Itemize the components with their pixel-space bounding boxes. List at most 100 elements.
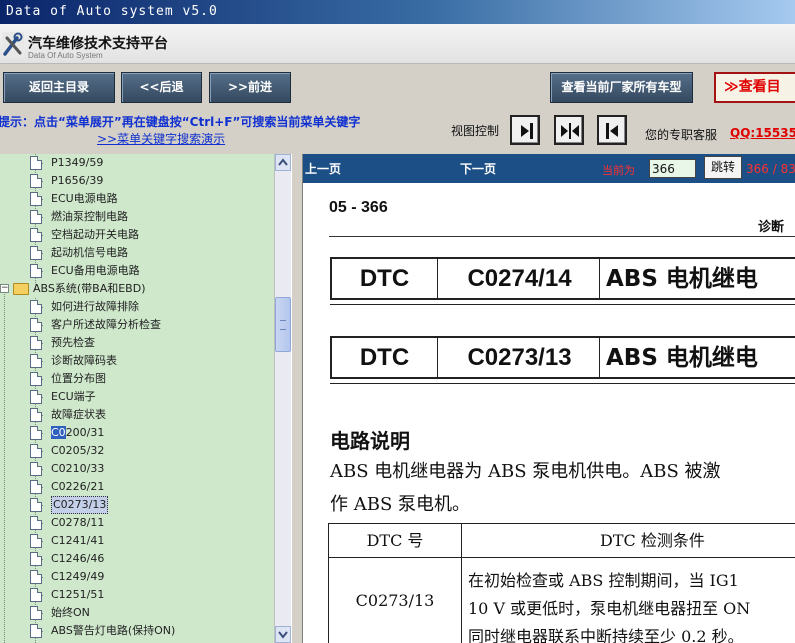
tree-item[interactable]: C0278/11 (0, 514, 274, 532)
view-control-label: 视图控制 (451, 124, 500, 138)
table-header-condition: DTC 检测条件 (462, 524, 795, 558)
view-right-button[interactable] (510, 115, 540, 145)
tree-item-label: 空档起动开关电路 (51, 228, 139, 241)
app-subtitle: Data Of Auto System (28, 51, 103, 60)
tree-item[interactable]: 如何进行故障排除 (0, 298, 274, 316)
dtc-label: DTC (332, 338, 438, 377)
tree-item-label: C0200/31 (51, 424, 104, 442)
tree-item[interactable]: C1251/51 (0, 586, 274, 604)
table-cell-code: C0273/13 (329, 558, 462, 643)
chevron-up-icon (278, 158, 288, 166)
divider (330, 304, 795, 305)
header-rule (329, 236, 795, 237)
table-header-code: DTC 号 (329, 524, 462, 558)
tree-item[interactable]: C0200/31 (0, 424, 274, 442)
tree-item[interactable]: C1249/49 (0, 568, 274, 586)
scroll-up-button[interactable] (275, 154, 291, 171)
tree-item[interactable]: C0205/32 (0, 442, 274, 460)
tree-item[interactable]: 位置分布图 (0, 370, 274, 388)
document-icon (30, 246, 42, 260)
tree-item-label: 预先检查 (51, 336, 95, 349)
tree-item-label: C1249/49 (51, 570, 105, 583)
page-count: 366 / 83 (746, 162, 795, 176)
table-cell-condition: 在初始检查或 ABS 控制期间，当 IG1 (468, 571, 739, 590)
next-page-link[interactable]: 下一页 (460, 160, 496, 177)
tree-item-label: 诊断故障码表 (51, 354, 117, 367)
document-icon (30, 174, 42, 188)
view-split-button[interactable] (554, 115, 584, 145)
tree-item-label: 故障症状表 (51, 408, 106, 421)
tree-item[interactable]: 始终ON (0, 604, 274, 622)
view-catalog-button[interactable]: ≫查看目 (714, 72, 795, 103)
tree-item[interactable]: ECU备用电源电路 (0, 262, 274, 280)
document-icon (30, 318, 42, 332)
dtc-title-box: DTC C0273/13 ABS 电机继电 (330, 336, 795, 379)
tree-item-label: 始终ON (51, 606, 90, 619)
hint-bar: 提示：点击“菜单展开”再在键盘按“Ctrl+F”可搜索当前菜单关键字 >>菜单关… (0, 110, 795, 154)
home-button[interactable]: 返回主目录 (3, 72, 115, 103)
previous-page-link[interactable]: 上一页 (305, 160, 341, 177)
tree-item[interactable]: 燃油泵控制电路 (0, 208, 274, 226)
circuit-description-text: ABS 电机继电器为 ABS 泵电机供电。ABS 被激 (330, 461, 721, 482)
document-icon (30, 300, 42, 314)
document-icon (30, 210, 42, 224)
document-icon (30, 570, 42, 584)
dtc-title: ABS 电机继电 (606, 266, 758, 292)
tree-item[interactable]: P1656/39 (0, 172, 274, 190)
tree-item[interactable]: 起动机信号电路 (0, 244, 274, 262)
tree-item[interactable]: ABS警告灯电路(保持ON) (0, 622, 274, 640)
catalog-tree: P1349/59 P1656/39 ECU电源电路燃油泵控制电路空档起动开关电路起动… (0, 154, 274, 643)
dtc-title: ABS 电机继电 (606, 345, 758, 371)
search-demo-link[interactable]: >>菜单关键字搜索演示 (97, 130, 225, 147)
tree-item[interactable]: 空档起动开关电路 (0, 226, 274, 244)
tree-item[interactable]: ECU电源电路 (0, 190, 274, 208)
document-icon (30, 462, 42, 476)
service-qq-link[interactable]: QQ:155350 (730, 126, 795, 140)
expand-collapse-icon[interactable]: − (0, 284, 9, 293)
tree-item[interactable]: C0226/21 (0, 478, 274, 496)
app-window: Data of Auto system v5.0 汽车维修技术支持平台 Data… (0, 0, 795, 643)
tree-item-label: P1656/39 (51, 174, 104, 187)
tree-item-label-rest: 200/31 (65, 426, 105, 439)
document-icon (30, 444, 42, 458)
tree-item[interactable]: P1349/59 (0, 154, 274, 172)
tree-item[interactable]: 故障症状表 (0, 406, 274, 424)
jump-button[interactable]: 跳转 (704, 156, 742, 179)
tree-item[interactable]: C0273/13 (0, 496, 274, 514)
pane-splitter[interactable] (291, 154, 303, 643)
search-hint-text: 提示：点击“菜单展开”再在键盘按“Ctrl+F”可搜索当前菜单关键字 (0, 115, 361, 129)
tree-item[interactable]: 预先检查 (0, 334, 274, 352)
document-toolbar: 上一页 下一页 当前为 跳转 366 / 83 (303, 154, 795, 183)
dtc-code: C0273/13 (440, 338, 600, 377)
view-left-button[interactable] (597, 115, 627, 145)
forward-button[interactable]: >>前进 (209, 72, 291, 103)
scroll-thumb[interactable] (275, 297, 291, 352)
tree-item[interactable]: 诊断故障码表 (0, 352, 274, 370)
tree-item[interactable]: C1241/41 (0, 532, 274, 550)
dtc-code: C0274/14 (440, 259, 600, 298)
all-models-button[interactable]: 查看当前厂家所有车型 (550, 72, 693, 103)
tree-item-label: ECU电源电路 (51, 192, 118, 205)
tree-item[interactable]: C0210/33 (0, 460, 274, 478)
tree-item[interactable]: ECU端子 (0, 388, 274, 406)
divider (330, 383, 795, 384)
document-icon (30, 354, 42, 368)
tree-item[interactable]: 客户所述故障分析检查 (0, 316, 274, 334)
window-title-bar: Data of Auto system v5.0 (0, 0, 795, 24)
document-icon (30, 534, 42, 548)
document-icon (30, 624, 42, 638)
tree-item-label: C0226/21 (51, 480, 105, 493)
tree-scrollbar[interactable] (274, 154, 291, 643)
tree-folder[interactable]: − ABS系统(带BA和EBD) (0, 280, 274, 298)
document-icon (30, 156, 42, 170)
tree-item[interactable]: C1246/46 (0, 550, 274, 568)
tree-item-label: C0273/13 (51, 496, 109, 514)
document-view: 05 - 366 诊断 DTC C0274/14 ABS 电机继电 DTC C0… (303, 183, 795, 643)
back-button[interactable]: <<后退 (121, 72, 202, 103)
document-icon (30, 390, 42, 404)
circuit-description-text: 作 ABS 泵电机。 (330, 494, 471, 515)
scroll-down-button[interactable] (275, 626, 291, 643)
page-number-input[interactable] (649, 159, 696, 178)
app-title: 汽车维修技术支持平台 (28, 36, 168, 52)
chevron-down-icon (278, 631, 288, 639)
